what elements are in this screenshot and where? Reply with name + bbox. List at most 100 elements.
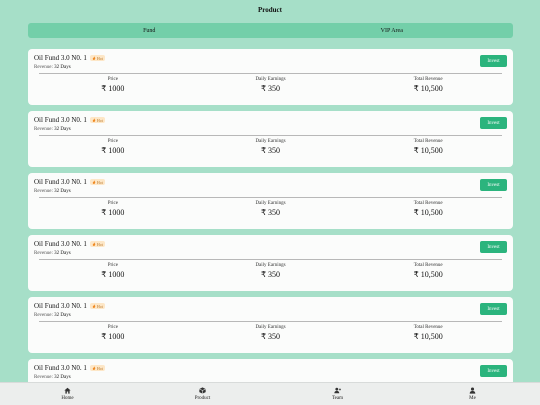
divider	[39, 73, 502, 74]
stat-total-revenue: Total Revenue ₹ 10,500	[349, 263, 507, 279]
revenue-label: Revenue:	[34, 313, 53, 318]
product-card: Oil Fund 3.0 N0. 1 Hot Revenue: 32 Days …	[28, 111, 513, 167]
revenue-value: 32 Days	[54, 65, 71, 70]
nav-label: Me	[469, 396, 476, 401]
stat-label: Daily Earnings	[255, 201, 286, 206]
product-list: Oil Fund 3.0 N0. 1 Hot Revenue: 32 Days …	[28, 49, 513, 405]
hot-badge: Hot	[89, 117, 105, 123]
hot-badge: Hot	[89, 303, 105, 309]
stats-row: Price ₹ 1000 Daily Earnings ₹ 350 Total …	[34, 201, 507, 217]
hot-badge: Hot	[89, 241, 105, 247]
stat-label: Price	[107, 139, 118, 144]
stats-row: Price ₹ 1000 Daily Earnings ₹ 350 Total …	[34, 263, 507, 279]
stats-row: Price ₹ 1000 Daily Earnings ₹ 350 Total …	[34, 77, 507, 93]
nav-item-team[interactable]: Team	[270, 383, 405, 405]
divider	[39, 197, 502, 198]
stat-value: ₹ 10,500	[413, 208, 443, 217]
stat-value: ₹ 1000	[101, 332, 125, 341]
product-title: Oil Fund 3.0 N0. 1	[34, 364, 87, 372]
revenue-row: Revenue: 32 Days	[34, 65, 507, 70]
badge-label: Hot	[96, 303, 103, 309]
badge-label: Hot	[96, 241, 103, 247]
revenue-label: Revenue:	[34, 127, 53, 132]
stat-label: Daily Earnings	[255, 325, 286, 330]
stat-daily-earnings: Daily Earnings ₹ 350	[192, 77, 350, 93]
stat-total-revenue: Total Revenue ₹ 10,500	[349, 201, 507, 217]
stat-daily-earnings: Daily Earnings ₹ 350	[192, 201, 350, 217]
divider	[39, 259, 502, 260]
revenue-label: Revenue:	[34, 251, 53, 256]
stat-price: Price ₹ 1000	[34, 77, 192, 93]
invest-button[interactable]: Invest	[480, 117, 507, 129]
flame-icon	[92, 242, 96, 246]
hot-badge: Hot	[89, 365, 105, 371]
stat-value: ₹ 10,500	[413, 270, 443, 279]
stat-daily-earnings: Daily Earnings ₹ 350	[192, 325, 350, 341]
stat-price: Price ₹ 1000	[34, 263, 192, 279]
invest-button[interactable]: Invest	[480, 241, 507, 253]
stat-label: Total Revenue	[413, 201, 443, 206]
stat-value: ₹ 1000	[101, 84, 125, 93]
stat-value: ₹ 1000	[101, 270, 125, 279]
stat-label: Daily Earnings	[255, 139, 286, 144]
product-title: Oil Fund 3.0 N0. 1	[34, 240, 87, 248]
revenue-row: Revenue: 32 Days	[34, 313, 507, 318]
revenue-value: 32 Days	[54, 189, 71, 194]
stat-value: ₹ 350	[260, 84, 281, 93]
stat-total-revenue: Total Revenue ₹ 10,500	[349, 325, 507, 341]
stat-total-revenue: Total Revenue ₹ 10,500	[349, 139, 507, 155]
product-card: Oil Fund 3.0 N0. 1 Hot Revenue: 32 Days …	[28, 235, 513, 291]
revenue-row: Revenue: 32 Days	[34, 251, 507, 256]
flame-icon	[92, 366, 96, 370]
product-card: Oil Fund 3.0 N0. 1 Hot Revenue: 32 Days …	[28, 297, 513, 353]
stat-total-revenue: Total Revenue ₹ 10,500	[349, 77, 507, 93]
product-title: Oil Fund 3.0 N0. 1	[34, 116, 87, 124]
nav-item-home[interactable]: Home	[0, 383, 135, 405]
box-icon	[199, 387, 206, 394]
nav-item-me[interactable]: Me	[405, 383, 540, 405]
invest-button[interactable]: Invest	[480, 303, 507, 315]
stat-value: ₹ 350	[260, 146, 281, 155]
stat-price: Price ₹ 1000	[34, 325, 192, 341]
stat-label: Total Revenue	[413, 139, 443, 144]
hot-badge: Hot	[89, 55, 105, 61]
badge-label: Hot	[96, 55, 103, 61]
invest-button[interactable]: Invest	[480, 365, 507, 377]
stat-label: Daily Earnings	[255, 263, 286, 268]
page-title: Product	[258, 5, 282, 14]
stat-value: ₹ 10,500	[413, 84, 443, 93]
tab-bar: Fund VIP Area	[28, 23, 513, 38]
tab-vip-area[interactable]: VIP Area	[271, 28, 514, 34]
stat-value: ₹ 350	[260, 270, 281, 279]
revenue-label: Revenue:	[34, 65, 53, 70]
revenue-label: Revenue:	[34, 189, 53, 194]
stat-price: Price ₹ 1000	[34, 201, 192, 217]
revenue-value: 32 Days	[54, 127, 71, 132]
badge-label: Hot	[96, 117, 103, 123]
nav-label: Product	[194, 396, 211, 401]
product-title: Oil Fund 3.0 N0. 1	[34, 302, 87, 310]
nav-label: Home	[61, 396, 74, 401]
flame-icon	[92, 118, 96, 122]
nav-label: Team	[331, 396, 344, 401]
product-card: Oil Fund 3.0 N0. 1 Hot Revenue: 32 Days …	[28, 49, 513, 105]
revenue-row: Revenue: 32 Days	[34, 375, 507, 380]
stat-price: Price ₹ 1000	[34, 139, 192, 155]
person-icon	[469, 387, 476, 394]
flame-icon	[92, 304, 96, 308]
app-header: Product	[0, 0, 540, 17]
stat-daily-earnings: Daily Earnings ₹ 350	[192, 139, 350, 155]
flame-icon	[92, 56, 96, 60]
invest-button[interactable]: Invest	[480, 179, 507, 191]
revenue-row: Revenue: 32 Days	[34, 189, 507, 194]
invest-button[interactable]: Invest	[480, 55, 507, 67]
home-icon	[64, 387, 71, 394]
product-title: Oil Fund 3.0 N0. 1	[34, 54, 87, 62]
tab-fund[interactable]: Fund	[28, 28, 271, 34]
revenue-value: 32 Days	[54, 375, 71, 380]
stat-value: ₹ 10,500	[413, 332, 443, 341]
nav-item-product[interactable]: Product	[135, 383, 270, 405]
badge-label: Hot	[96, 365, 103, 371]
stats-row: Price ₹ 1000 Daily Earnings ₹ 350 Total …	[34, 325, 507, 341]
stat-daily-earnings: Daily Earnings ₹ 350	[192, 263, 350, 279]
